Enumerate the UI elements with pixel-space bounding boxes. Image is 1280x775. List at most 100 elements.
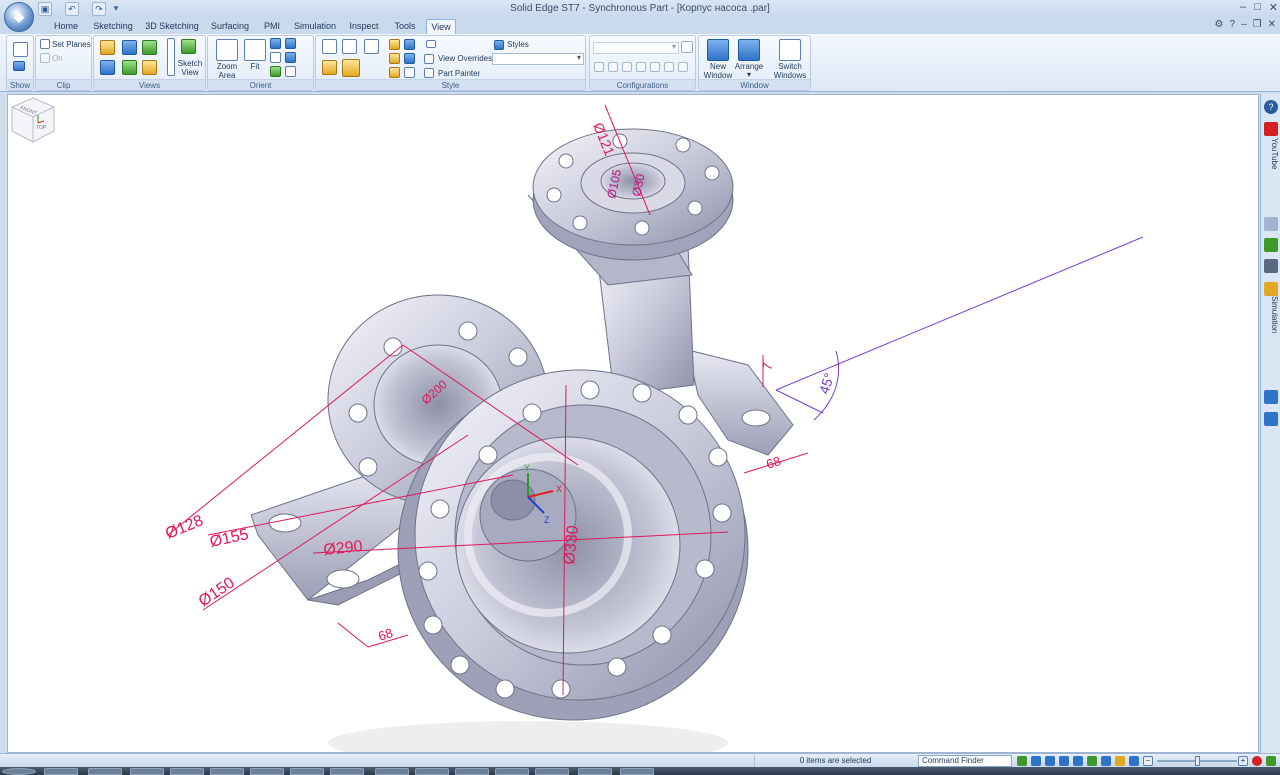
graphics-window[interactable]: Y X Z Ø121 Ø105 Ø30 Ø200 Ø128 Ø155 Ø150 … [7,94,1259,753]
config-icon-1[interactable] [594,62,604,72]
visible-edges-icon[interactable] [322,60,337,75]
tab-3d-sketching[interactable]: 3D Sketching [143,19,201,34]
pan-icon[interactable] [285,38,296,49]
taskbar-app-8[interactable] [330,768,364,775]
tab-surfacing[interactable]: Surfacing [208,19,252,34]
show-icon[interactable] [13,42,28,57]
taskbar-app-9[interactable] [375,768,409,775]
feature-library-icon[interactable] [1264,259,1278,273]
minimize-button[interactable]: – [1240,1,1246,14]
taskbar-app-14[interactable] [578,768,612,775]
model-view[interactable]: Y X Z Ø121 Ø105 Ø30 Ø200 Ø128 Ø155 Ø150 … [8,95,1259,753]
show-all-icon[interactable] [13,61,25,71]
options-icon[interactable]: ⚙ [1215,19,1224,30]
layers-icon[interactable] [1264,217,1278,231]
view-right-icon[interactable] [142,40,157,55]
grid-options-icon[interactable] [426,40,436,48]
save-configuration-icon[interactable] [681,41,693,53]
upload-icon[interactable] [1266,756,1276,766]
close-button[interactable]: ✕ [1269,1,1278,14]
refresh-icon[interactable] [1017,756,1027,766]
taskbar-app-10[interactable] [415,768,449,775]
spin-status-icon[interactable] [1101,756,1111,766]
clip-on-button[interactable]: On [52,54,63,63]
configuration-select[interactable] [593,42,679,54]
pan-status-icon[interactable] [1073,756,1083,766]
teamcenter-icon[interactable] [1264,412,1278,426]
help-icon[interactable]: ? [1264,100,1278,114]
styles-button[interactable]: Styles [507,40,529,49]
background-icon[interactable] [404,53,415,64]
maximize-button[interactable]: □ [1254,1,1261,14]
properties-icon[interactable] [1264,390,1278,404]
lighting-icon[interactable] [389,39,400,50]
taskbar-app-7[interactable] [290,768,324,775]
zoom-area-status-icon[interactable] [1031,756,1041,766]
reflection-icon[interactable] [389,67,400,78]
spin-about-icon[interactable] [285,52,296,63]
view-front-icon[interactable] [122,40,137,55]
doc-close-button[interactable]: ✕ [1268,19,1276,30]
view-cube-top[interactable]: TOP [36,125,47,131]
taskbar-app-11[interactable] [455,768,489,775]
style-select[interactable] [492,53,584,65]
zoom-icon[interactable] [270,38,281,49]
application-button[interactable]: ◆ [4,2,34,32]
taskbar-app-13[interactable] [535,768,569,775]
zoom-out-icon[interactable]: − [1143,756,1153,766]
wireframe-icon[interactable] [364,39,379,54]
tab-view[interactable]: View [426,19,456,34]
taskbar-app-4[interactable] [170,768,204,775]
dimension-d150[interactable]: Ø150 [196,574,238,610]
dimension-68-front[interactable]: 68 [376,625,394,644]
taskbar-app-3[interactable] [130,768,164,775]
zoom-in-icon[interactable]: + [1238,756,1248,766]
shadow-icon[interactable] [389,53,400,64]
shaded-edges-icon[interactable] [342,39,357,54]
help-icon[interactable]: ? [1230,19,1236,30]
new-window-button[interactable]: New Window [701,62,735,80]
taskbar-app-2[interactable] [88,768,122,775]
config-icon-7[interactable] [678,62,688,72]
youtube-tab[interactable]: YouTube [1263,138,1279,208]
simulation-icon[interactable] [1264,282,1278,296]
doc-minimize-button[interactable]: – [1241,19,1247,30]
shaded-icon[interactable] [322,39,337,54]
tab-tools[interactable]: Tools [390,19,420,34]
tab-pmi[interactable]: PMI [259,19,285,34]
view-style-icon[interactable] [404,39,415,50]
doc-restore-button[interactable]: ❐ [1253,19,1262,30]
zoom-slider-thumb[interactable] [1195,756,1200,766]
zoom-area-button[interactable]: Zoom Area [210,62,244,80]
dimension-d128[interactable]: Ø128 [163,512,206,542]
config-icon-4[interactable] [636,62,646,72]
tab-sketching[interactable]: Sketching [90,19,136,34]
view-iso-icon[interactable] [100,40,115,55]
view-style-status-icon[interactable] [1115,756,1125,766]
config-icon-6[interactable] [664,62,674,72]
dimension-d155[interactable]: Ø155 [208,526,250,551]
rotate-status-icon[interactable] [1087,756,1097,766]
fit-status-icon[interactable] [1059,756,1069,766]
dimension-7[interactable]: 7 [759,361,775,371]
view-overrides-button[interactable]: View Overrides [438,54,492,63]
paint-brush-icon[interactable] [404,67,415,78]
youtube-icon[interactable] [1264,122,1278,136]
set-planes-button[interactable]: Set Planes [52,40,91,49]
config-icon-5[interactable] [650,62,660,72]
taskbar-app-1[interactable] [44,768,78,775]
pathfinder-icon[interactable] [1264,238,1278,252]
shaded-mode-active-icon[interactable] [342,59,360,77]
taskbar-app-6[interactable] [250,768,284,775]
taskbar-app-5[interactable] [210,768,244,775]
taskbar-app-15[interactable] [620,768,654,775]
taskbar-app-12[interactable] [495,768,529,775]
view-cube[interactable]: FRONT TOP [8,95,58,145]
view-dimetric-icon[interactable] [122,60,137,75]
rotate-icon[interactable] [270,52,281,63]
arrange-dropdown-icon[interactable]: ▾ [731,70,767,79]
previous-view-icon[interactable] [270,66,281,77]
start-button[interactable] [2,768,36,775]
view-bottom-icon[interactable] [142,60,157,75]
tab-inspect[interactable]: Inspect [346,19,382,34]
